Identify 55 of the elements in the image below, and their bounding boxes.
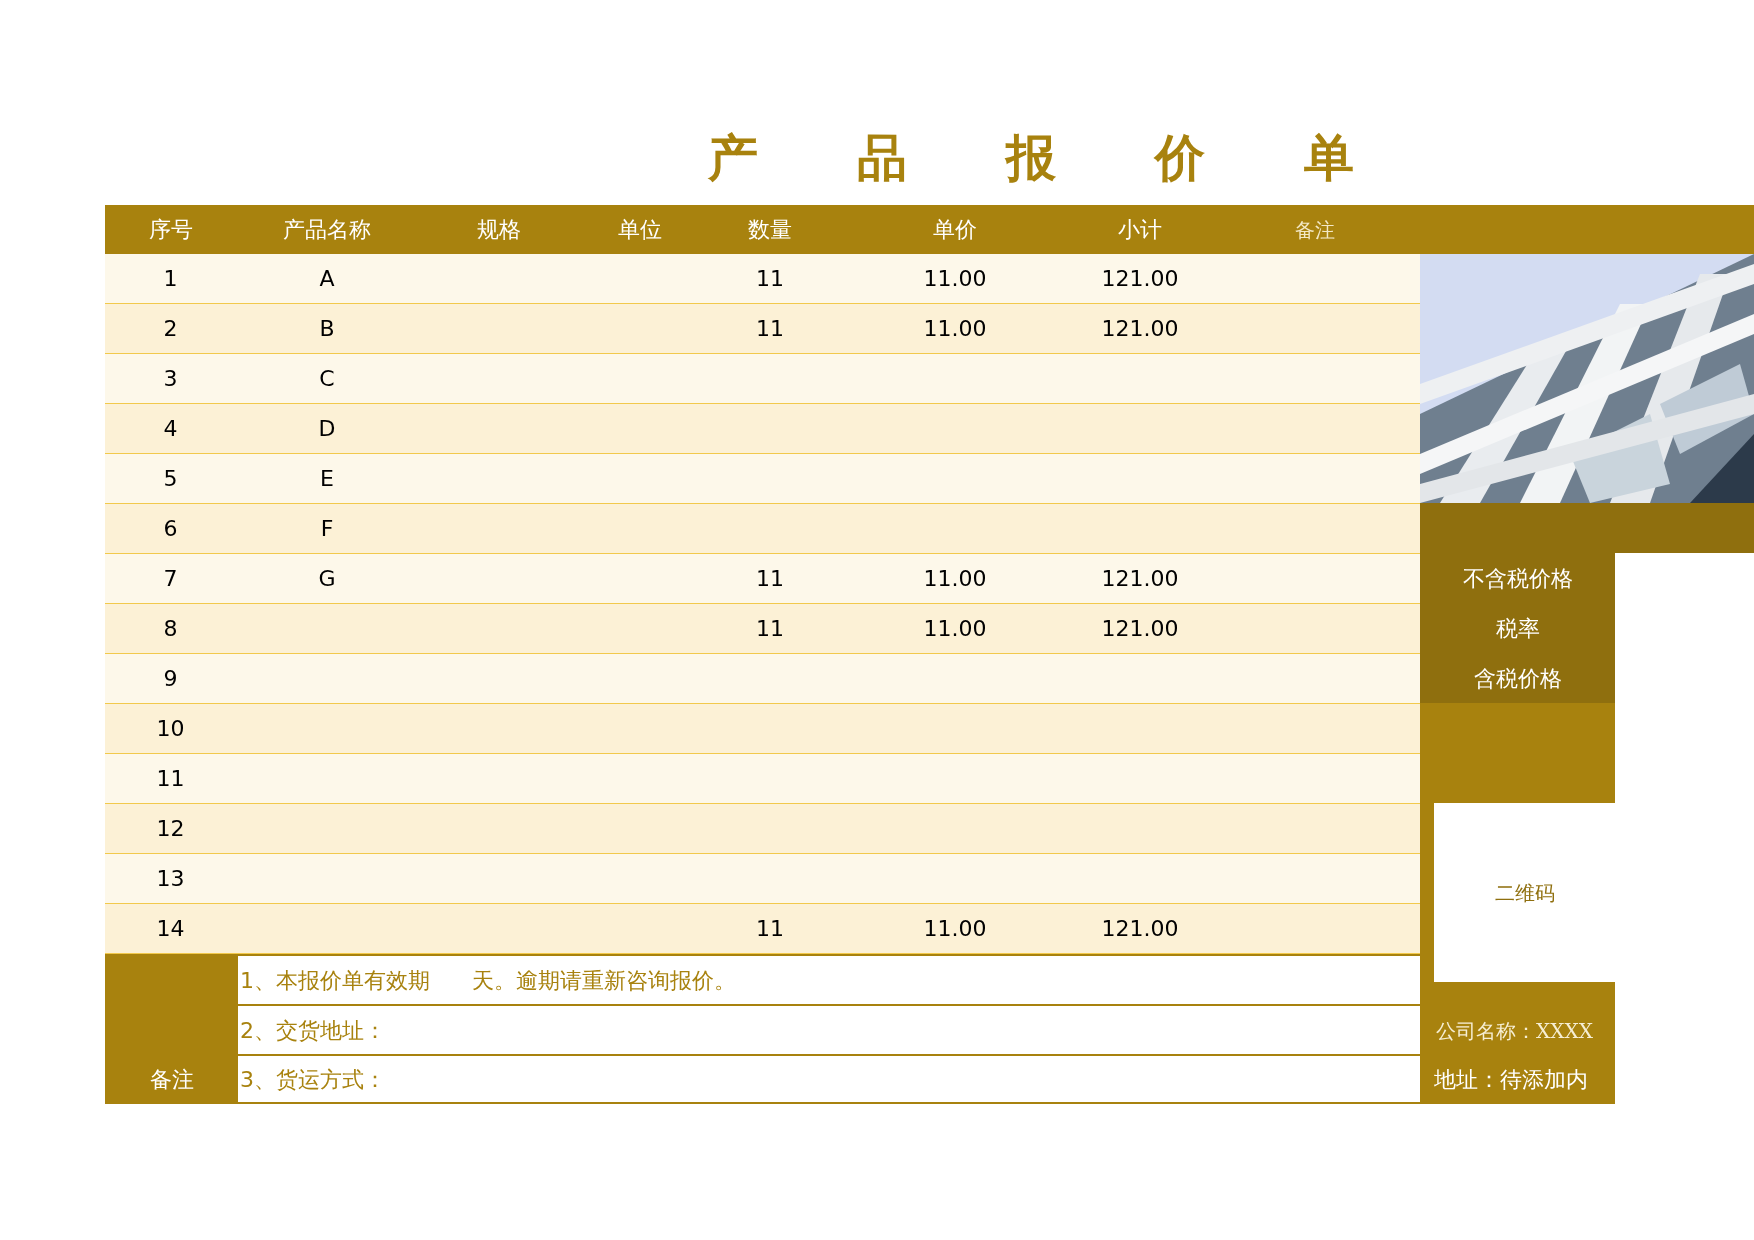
table-cell-text: 5	[163, 465, 178, 493]
table-cell-text: 7	[163, 565, 178, 593]
table-cell-text: 121.00	[1101, 915, 1179, 943]
table-cell-text: 121.00	[1101, 615, 1179, 643]
table-cell-text: 11.00	[923, 915, 987, 943]
column-header: 单位	[618, 216, 662, 244]
table-cell-text: B	[319, 315, 335, 343]
table-cell-text: 10	[156, 715, 185, 743]
column-header: 序号	[148, 216, 193, 244]
table-cell-text: 11.00	[923, 315, 987, 343]
table-cell-text: 12	[156, 815, 185, 843]
remark-line: 2、交货地址：	[240, 1016, 386, 1045]
table-cell-text: 11.00	[923, 615, 987, 643]
summary-label: 不含税价格	[1462, 564, 1573, 593]
table-cell-text: A	[319, 265, 335, 293]
column-header: 备注	[1295, 216, 1335, 244]
table-cell-text: 2	[163, 315, 178, 343]
table-cell-text: D	[318, 415, 336, 443]
column-header: 规格	[477, 216, 521, 244]
table-cell-text: G	[318, 565, 336, 593]
column-header: 数量	[748, 216, 792, 244]
table-cell-text: 11	[756, 615, 784, 643]
table-cell-text: E	[320, 465, 334, 493]
remark-line: 3、货运方式：	[240, 1065, 386, 1094]
table-cell-text: 11.00	[923, 265, 987, 293]
table-cell-text: 121.00	[1101, 265, 1179, 293]
table-cell-text: 11.00	[923, 565, 987, 593]
summary-label: 税率	[1495, 614, 1540, 643]
table-cell-text: 3	[163, 365, 178, 393]
company-address: 地址：待添加内	[1434, 1065, 1588, 1094]
summary-label: 含税价格	[1473, 664, 1562, 693]
table-cell-text: 121.00	[1101, 315, 1179, 343]
table-cell-text: 121.00	[1101, 565, 1179, 593]
remark-line: 1、本报价单有效期 天。逾期请重新咨询报价。	[240, 966, 736, 995]
table-cell-text: 8	[163, 615, 178, 643]
table-cell-text: 11	[756, 315, 784, 343]
table-cell-text: 6	[163, 515, 178, 543]
table-cell-text: 11	[756, 915, 784, 943]
table-cell-text: 11	[156, 765, 185, 793]
table-cell-text: C	[319, 365, 335, 393]
column-header: 单价	[933, 216, 977, 244]
table-cell-text: 9	[163, 665, 178, 693]
remarks-label: 备注	[149, 1066, 194, 1094]
table-cell-text: F	[320, 515, 334, 543]
column-header: 小计	[1118, 216, 1162, 244]
table-cell-text: 11	[756, 565, 784, 593]
column-header: 产品名称	[283, 216, 371, 244]
table-cell-text: 1	[163, 265, 178, 293]
document-title: 产品报价单	[708, 133, 1453, 183]
table-cell-text: 13	[156, 865, 185, 893]
table-cell-text: 14	[156, 915, 185, 943]
company-name: 公司名称：XXXX	[1436, 1018, 1593, 1045]
qr-code-label: 二维码	[1494, 879, 1555, 907]
table-cell-text: 11	[756, 265, 784, 293]
table-cell-text: 4	[163, 415, 178, 443]
